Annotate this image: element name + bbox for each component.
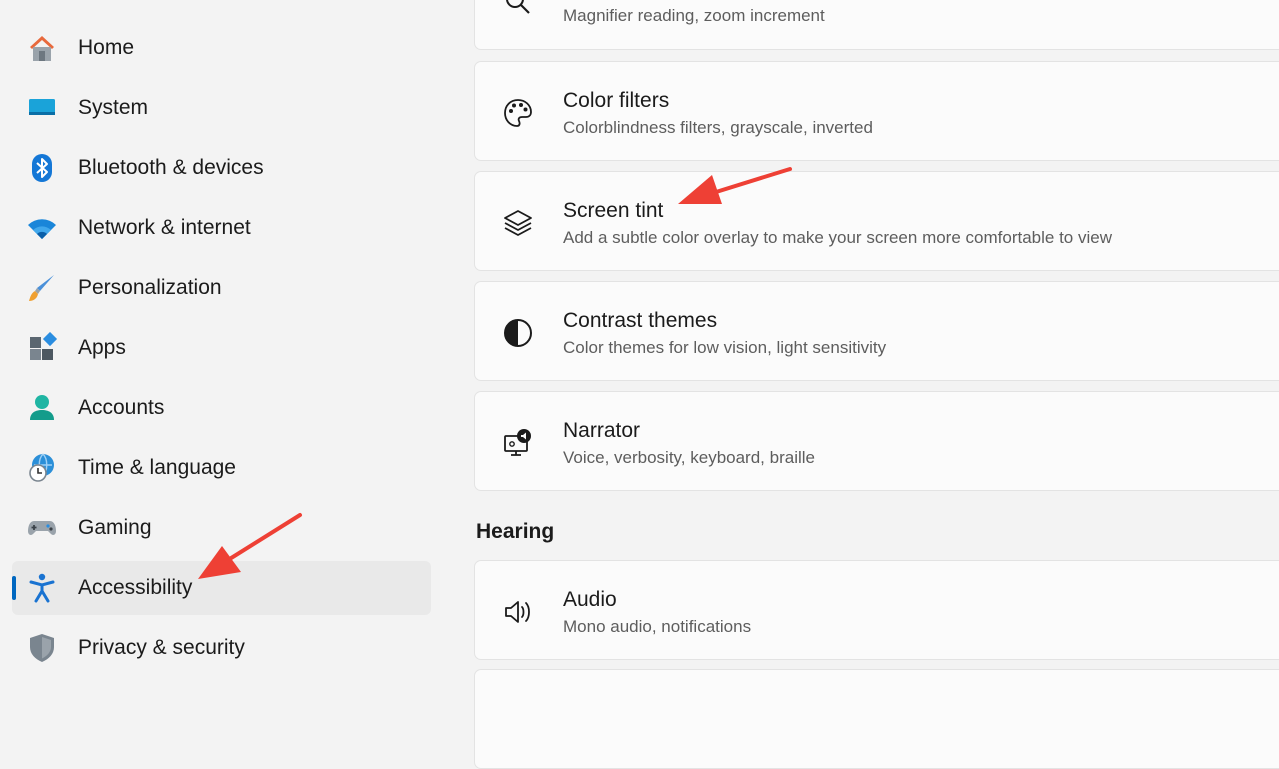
next-card[interactable] [474, 669, 1279, 769]
arrow-to-accessibility [198, 513, 302, 579]
annotation-arrows [198, 167, 792, 579]
arrow-to-screen-tint [678, 167, 792, 204]
